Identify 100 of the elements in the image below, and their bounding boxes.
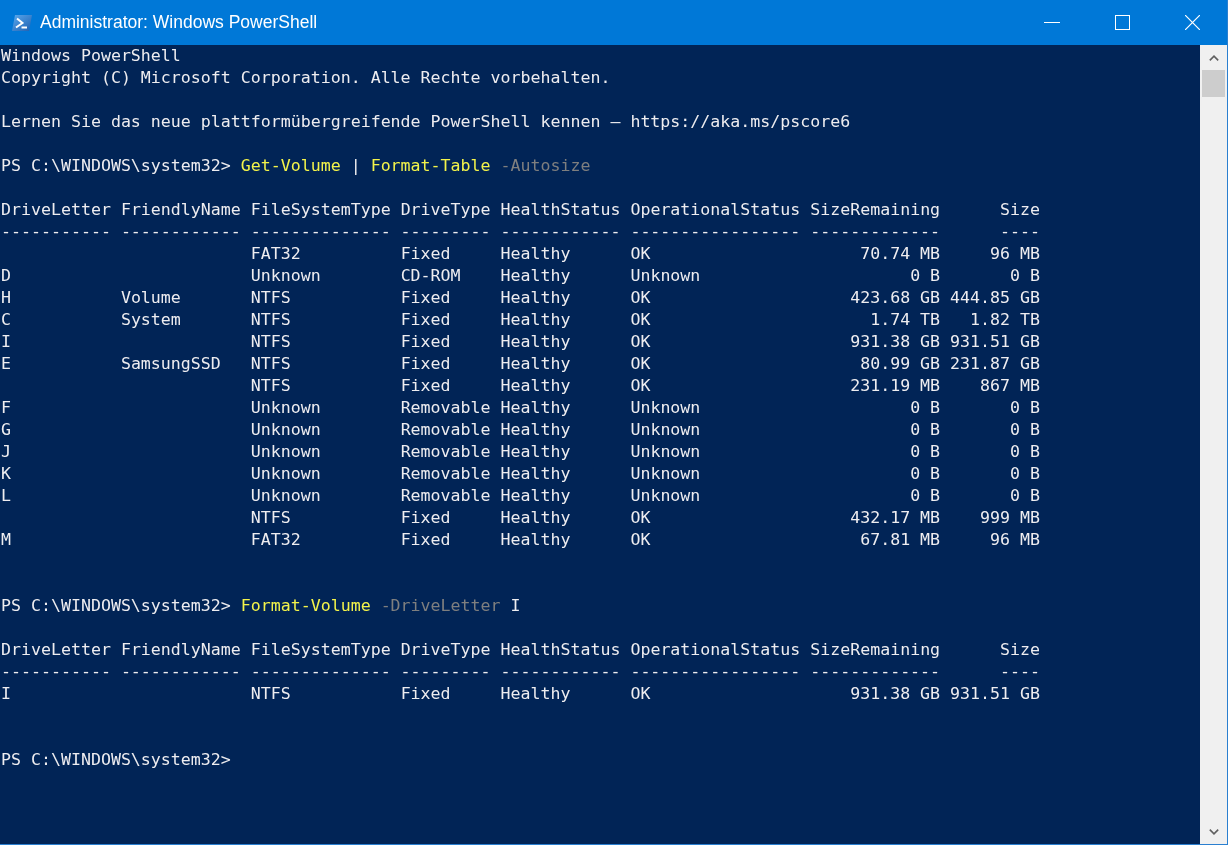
table-cell: Healthy bbox=[500, 683, 571, 705]
caret-up-icon bbox=[1208, 54, 1219, 61]
column-header: SizeRemaining bbox=[810, 199, 941, 221]
table-cell: 432.17 MB bbox=[850, 507, 941, 529]
scrollbar-thumb[interactable] bbox=[1202, 70, 1225, 97]
table-cell: FAT32 bbox=[250, 243, 301, 265]
table-cell: Unknown bbox=[630, 441, 701, 463]
table-cell: 999 MB bbox=[980, 507, 1040, 529]
table-cell: Unknown bbox=[630, 419, 701, 441]
table-cell: 0 B bbox=[910, 463, 941, 485]
table-cell: NTFS bbox=[250, 287, 291, 309]
table-cell: 867 MB bbox=[980, 375, 1040, 397]
table-cell: Healthy bbox=[500, 265, 571, 287]
table-cell: Fixed bbox=[400, 683, 451, 705]
window-title: Administrator: Windows PowerShell bbox=[40, 12, 318, 33]
table-cell: Healthy bbox=[500, 529, 571, 551]
table-cell: 0 B bbox=[1010, 485, 1040, 507]
parameter-text: -Autosize bbox=[500, 155, 591, 177]
table-cell: 0 B bbox=[1010, 397, 1040, 419]
column-header: OperationalStatus bbox=[630, 639, 801, 661]
command-text: Format-Table bbox=[370, 155, 491, 177]
table-cell: 0 B bbox=[910, 441, 941, 463]
table-cell: 231.87 GB bbox=[950, 353, 1040, 375]
header-rule: ----------- ------------ -------------- --------- ------------ ----------------- ------------- ---- bbox=[1, 661, 1040, 683]
table-cell: 67.81 MB bbox=[860, 529, 941, 551]
column-header: Size bbox=[1000, 639, 1040, 661]
table-cell: Healthy bbox=[500, 309, 571, 331]
column-header: OperationalStatus bbox=[630, 199, 801, 221]
table-cell: M bbox=[1, 529, 11, 551]
table-cell: I bbox=[1, 331, 11, 353]
table-cell: Unknown bbox=[250, 463, 321, 485]
prompt-text: PS C:\WINDOWS\system32> bbox=[1, 155, 231, 177]
table-cell: Unknown bbox=[250, 485, 321, 507]
table-cell: NTFS bbox=[250, 375, 291, 397]
table-cell: Removable bbox=[400, 397, 491, 419]
table-cell: 96 MB bbox=[990, 243, 1040, 265]
table-cell: Healthy bbox=[500, 287, 571, 309]
table-cell: 0 B bbox=[1010, 463, 1040, 485]
column-header: FriendlyName bbox=[120, 199, 241, 221]
table-cell: F bbox=[1, 397, 11, 419]
table-cell: H bbox=[1, 287, 11, 309]
prompt-text: PS C:\WINDOWS\system32> bbox=[1, 749, 231, 771]
table-cell: Healthy bbox=[500, 397, 571, 419]
table-cell: 0 B bbox=[910, 485, 941, 507]
table-cell: 0 B bbox=[910, 397, 941, 419]
table-cell: Removable bbox=[400, 441, 491, 463]
table-cell: Fixed bbox=[400, 507, 451, 529]
column-header: FileSystemType bbox=[250, 199, 391, 221]
table-cell: CD-ROM bbox=[400, 265, 461, 287]
output-text: Windows PowerShell bbox=[1, 45, 181, 67]
table-cell: 0 B bbox=[910, 419, 941, 441]
close-icon bbox=[1184, 15, 1200, 30]
table-cell: OK bbox=[630, 375, 651, 397]
column-header: HealthStatus bbox=[500, 199, 621, 221]
column-header: SizeRemaining bbox=[810, 639, 941, 661]
table-cell: NTFS bbox=[250, 353, 291, 375]
column-header: FileSystemType bbox=[250, 639, 391, 661]
table-cell: Healthy bbox=[500, 243, 571, 265]
table-cell: 96 MB bbox=[990, 529, 1040, 551]
table-cell: SamsungSSD bbox=[120, 353, 221, 375]
table-cell: Volume bbox=[120, 287, 181, 309]
table-cell: Healthy bbox=[500, 419, 571, 441]
table-cell: Healthy bbox=[500, 353, 571, 375]
output-text: Copyright (C) Microsoft Corporation. Alle Rechte vorbehalten. bbox=[1, 67, 611, 89]
pipe-text: | bbox=[350, 155, 361, 177]
table-cell: Healthy bbox=[500, 485, 571, 507]
table-cell: NTFS bbox=[250, 309, 291, 331]
column-header: DriveType bbox=[400, 639, 491, 661]
table-cell: Healthy bbox=[500, 331, 571, 353]
table-cell: Fixed bbox=[400, 243, 451, 265]
table-cell: OK bbox=[630, 507, 651, 529]
table-cell: 1.74 TB bbox=[870, 309, 941, 331]
table-cell: E bbox=[1, 353, 11, 375]
table-cell: C bbox=[1, 309, 11, 331]
table-cell: NTFS bbox=[250, 507, 291, 529]
table-cell: 0 B bbox=[1010, 265, 1040, 287]
table-cell: OK bbox=[630, 287, 651, 309]
table-cell: 80.99 GB bbox=[860, 353, 941, 375]
table-cell: OK bbox=[630, 331, 651, 353]
table-cell: Unknown bbox=[630, 485, 701, 507]
maximize-icon bbox=[1114, 15, 1130, 30]
table-cell: FAT32 bbox=[250, 529, 301, 551]
table-cell: Unknown bbox=[250, 419, 321, 441]
table-cell: D bbox=[1, 265, 11, 287]
header-rule: ----------- ------------ -------------- --------- ------------ ----------------- ------------- ---- bbox=[1, 221, 1040, 243]
prompt-text: PS C:\WINDOWS\system32> bbox=[1, 595, 231, 617]
table-cell: System bbox=[120, 309, 181, 331]
table-cell: J bbox=[1, 441, 11, 463]
table-cell: 1.82 TB bbox=[970, 309, 1040, 331]
command-text: Format-Volume bbox=[240, 595, 371, 617]
table-cell: G bbox=[1, 419, 11, 441]
table-cell: 231.19 MB bbox=[850, 375, 941, 397]
table-cell: 931.38 GB bbox=[850, 683, 941, 705]
table-cell: 931.51 GB bbox=[950, 683, 1040, 705]
table-cell: Unknown bbox=[630, 463, 701, 485]
command-text: Get-Volume bbox=[240, 155, 341, 177]
table-cell: Fixed bbox=[400, 375, 451, 397]
caret-down-icon bbox=[1208, 828, 1219, 835]
parameter-text: -DriveLetter bbox=[380, 595, 501, 617]
table-cell: I bbox=[1, 683, 11, 705]
